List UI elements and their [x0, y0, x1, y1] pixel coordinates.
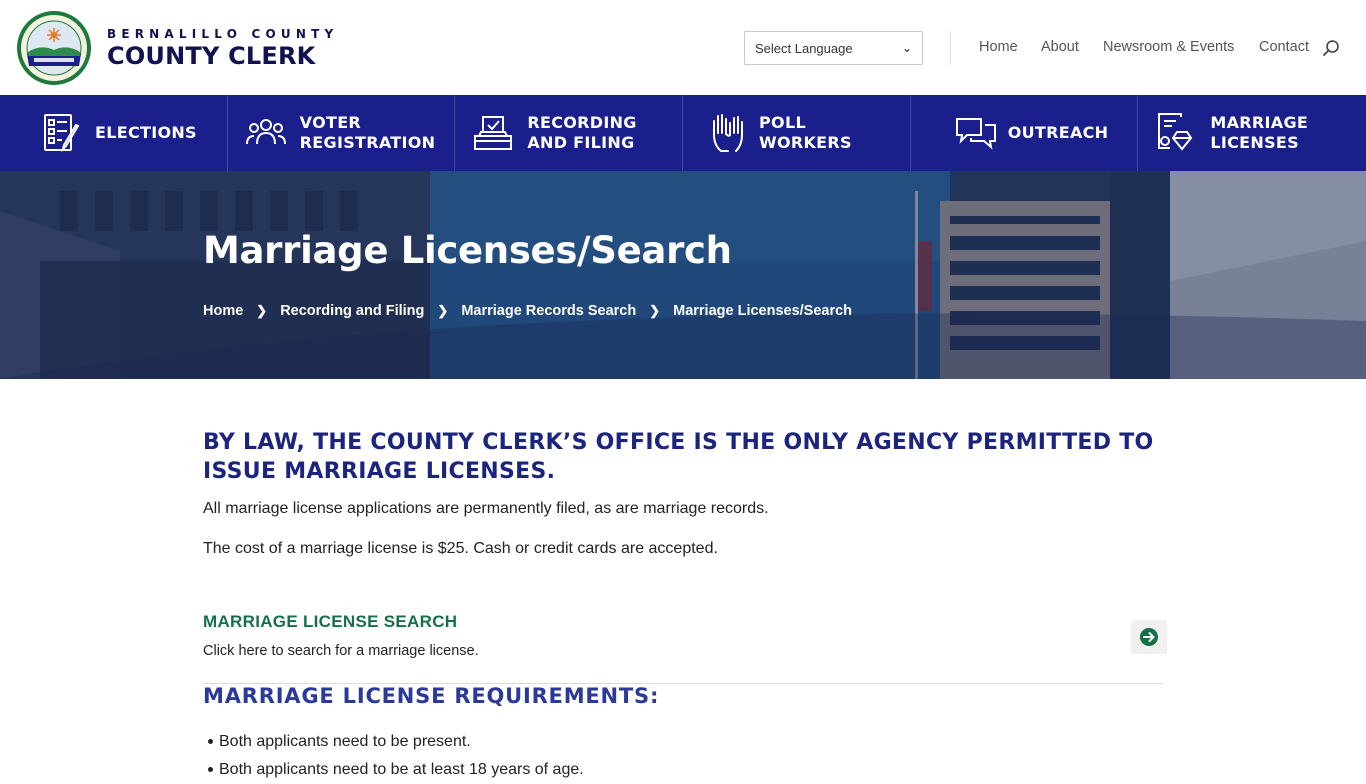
mainnav-elections-label: ELECTIONS — [95, 123, 197, 142]
language-select[interactable]: Select Language ⌄ — [744, 31, 923, 65]
logo-wordmark[interactable]: BERNALILLO COUNTY COUNTY CLERK — [107, 27, 338, 70]
chevron-right-icon: ❯ — [437, 303, 449, 318]
hero-background-image — [0, 171, 1366, 379]
mainnav-marriage-licenses-label: MARRIAGE LICENSES — [1210, 113, 1309, 152]
mainnav-voter-registration[interactable]: VOTER REGISTRATION — [228, 95, 456, 171]
topnav-contact[interactable]: Contact — [1259, 39, 1309, 55]
breadcrumb-current: Marriage Licenses/Search — [673, 303, 853, 319]
applications-paragraph: All marriage license applications are pe… — [203, 500, 769, 517]
topnav-newsroom[interactable]: Newsroom & Events — [1103, 39, 1234, 55]
cost-paragraph: The cost of a marriage license is $25. C… — [203, 540, 718, 557]
mainnav-outreach[interactable]: OUTREACH — [911, 95, 1139, 171]
mainnav-poll-workers[interactable]: POLL WORKERS — [683, 95, 911, 171]
topnav-home[interactable]: Home — [979, 39, 1018, 55]
mainnav-elections[interactable]: ELECTIONS — [0, 95, 228, 171]
mainnav-marriage-licenses[interactable]: MARRIAGE LICENSES — [1138, 95, 1366, 171]
speech-bubbles-icon — [955, 118, 996, 150]
mainnav-recording-filing-label: RECORDING AND FILING — [527, 113, 637, 152]
header-divider — [950, 31, 951, 65]
mainnav-outreach-label: OUTREACH — [1007, 123, 1109, 142]
ballot-box-icon — [474, 116, 513, 150]
logo-department-name: COUNTY CLERK — [107, 42, 316, 70]
list-item: Both applicants need to be at least 18 y… — [208, 756, 584, 784]
breadcrumb-recording-filing[interactable]: Recording and Filing — [280, 303, 424, 319]
requirements-list: Both applicants need to be present. Both… — [208, 728, 584, 784]
main-nav: ELECTIONS VOTER REGISTRATION RECORDING A… — [0, 95, 1366, 171]
breadcrumb-marriage-records-search[interactable]: Marriage Records Search — [461, 303, 636, 319]
people-group-icon — [245, 119, 286, 145]
marriage-license-search-description: Click here to search for a marriage lice… — [203, 643, 479, 659]
breadcrumb: Home ❯ Recording and Filing ❯ Marriage R… — [203, 303, 852, 319]
breadcrumb-home[interactable]: Home — [203, 303, 243, 319]
chevron-down-icon: ⌄ — [901, 41, 912, 55]
site-header: BERNALILLO COUNTY COUNTY CLERK Select La… — [0, 0, 1366, 95]
certificate-diamond-icon — [1158, 113, 1193, 151]
ballot-checklist-icon — [44, 114, 80, 153]
arrow-right-circle-icon — [1140, 628, 1158, 646]
logo-county-name: BERNALILLO COUNTY — [107, 27, 339, 41]
page-title: Marriage Licenses/Search — [203, 229, 732, 272]
hero-banner: Marriage Licenses/Search Home ❯ Recordin… — [0, 171, 1366, 379]
topnav-about[interactable]: About — [1041, 39, 1079, 55]
mainnav-poll-workers-label: POLL WORKERS — [759, 113, 852, 152]
list-item: Both applicants need to be present. — [208, 728, 584, 756]
chevron-right-icon: ❯ — [649, 303, 661, 318]
raised-hands-icon — [713, 114, 744, 152]
law-heading: BY LAW, THE COUNTY CLERK’S OFFICE IS THE… — [203, 430, 1154, 484]
language-select-value: Select Language — [755, 40, 853, 56]
search-icon[interactable] — [1322, 39, 1340, 57]
county-seal-logo[interactable] — [16, 10, 92, 86]
mainnav-recording-filing[interactable]: RECORDING AND FILING — [455, 95, 684, 171]
requirements-heading: MARRIAGE LICENSE REQUIREMENTS: — [203, 684, 660, 708]
marriage-license-search-link[interactable]: MARRIAGE LICENSE SEARCH — [203, 612, 457, 632]
mainnav-voter-registration-label: VOTER REGISTRATION — [299, 113, 436, 152]
chevron-right-icon: ❯ — [256, 303, 268, 318]
search-arrow-button[interactable] — [1131, 620, 1167, 654]
